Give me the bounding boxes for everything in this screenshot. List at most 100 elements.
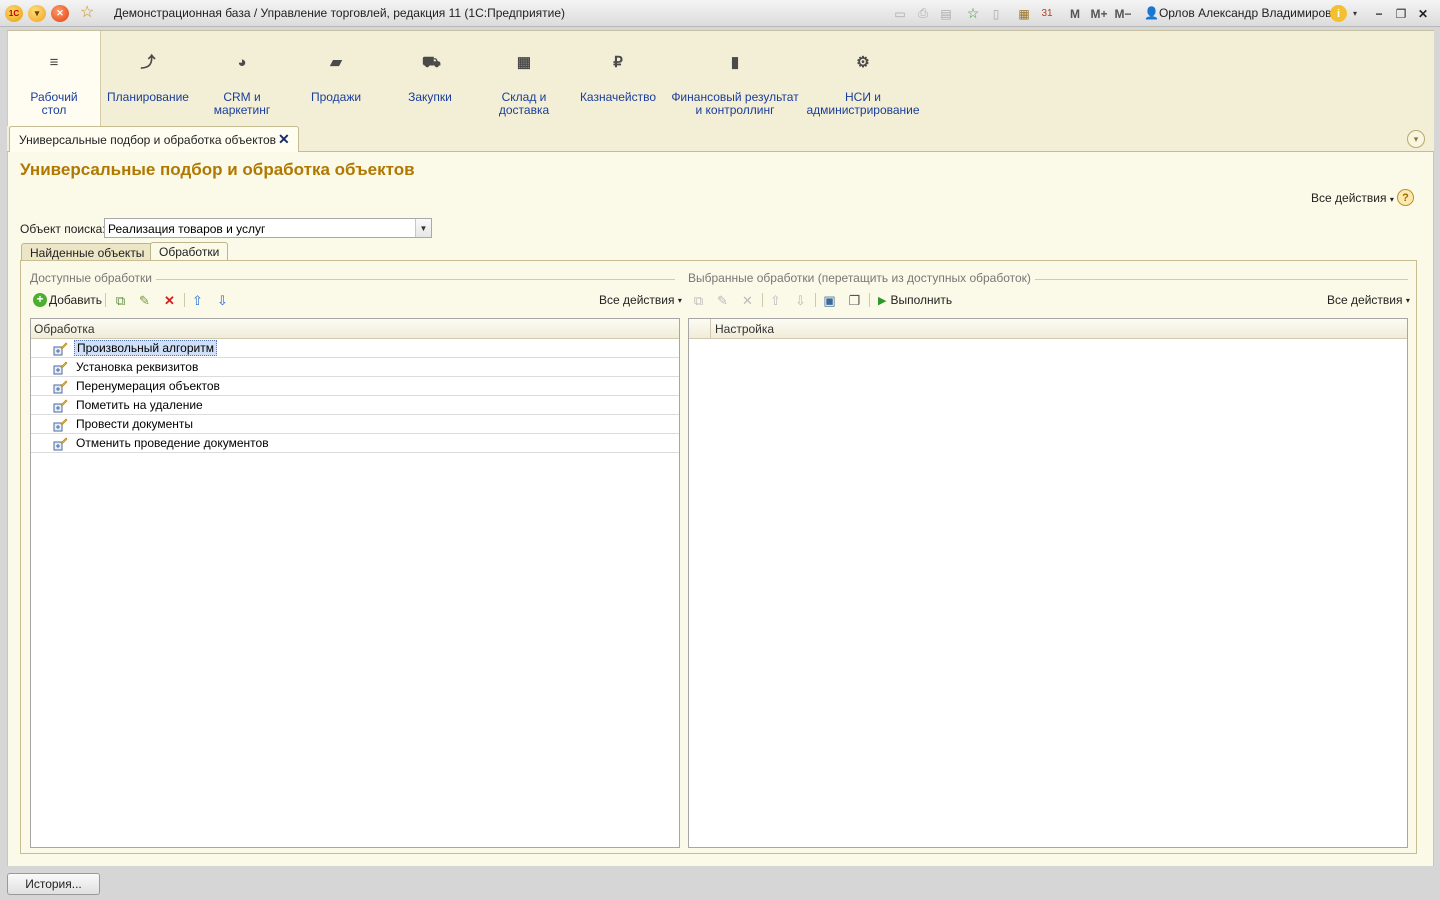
info-icon[interactable]: i <box>1330 5 1347 22</box>
separator <box>184 293 185 307</box>
delete-icon[interactable]: ✕ <box>162 293 177 308</box>
chevron-down-icon: ▾ <box>1389 195 1394 204</box>
section-label: Планирование <box>107 90 189 104</box>
check-all-icon[interactable]: ▣ <box>822 293 837 308</box>
available-processing-table[interactable]: Обработка Произвольный алгоритм Установк… <box>30 318 680 848</box>
current-user[interactable]: 👤Орлов Александр Владимиров... <box>1144 6 1342 20</box>
history-button[interactable]: История... <box>7 873 100 895</box>
memory-minus-button[interactable]: M− <box>1112 5 1134 22</box>
memory-plus-button[interactable]: M+ <box>1088 5 1110 22</box>
search-object-field[interactable]: Реализация товаров и услуг ▼ <box>104 218 432 238</box>
section-purchases[interactable]: ⛟ Закупки <box>383 31 477 127</box>
section-warehouse[interactable]: ▦ Склад и доставка <box>477 31 571 127</box>
open-window-tab[interactable]: Универсальные подбор и обработка объекто… <box>9 126 299 153</box>
separator <box>815 293 816 307</box>
column-header-processing[interactable]: Обработка <box>34 322 95 336</box>
section-crm[interactable]: ◕ CRM и маркетинг <box>195 31 289 127</box>
delete-icon[interactable]: ✕ <box>740 293 755 308</box>
search-object-label: Объект поиска: <box>20 222 106 236</box>
section-planning[interactable]: ⤴ Планирование <box>101 31 195 127</box>
table-row[interactable]: Установка реквизитов <box>31 358 679 377</box>
section-admin[interactable]: ⚙ НСИ и администрирование <box>805 31 921 127</box>
shopping-bag-icon: ▰ <box>330 54 342 71</box>
processing-icon <box>53 417 68 432</box>
section-label: Финансовый результат и контроллинг <box>671 90 799 117</box>
status-bar: История... <box>0 868 1440 900</box>
calculator-icon[interactable]: ▦ <box>1016 5 1032 22</box>
move-down-icon[interactable]: ⇩ <box>793 293 808 308</box>
gear-icon: ⚙ <box>856 54 870 71</box>
planning-icon: ⤴ <box>140 54 156 71</box>
pie-chart-icon: ◕ <box>237 54 247 71</box>
section-sales[interactable]: ▰ Продажи <box>289 31 383 127</box>
table-row[interactable]: Пометить на удаление <box>31 396 679 415</box>
table-row[interactable]: Отменить проведение документов <box>31 434 679 453</box>
row-label: Провести документы <box>76 417 194 431</box>
close-tab-icon[interactable]: ✕ <box>278 131 290 148</box>
move-down-icon[interactable]: ⇩ <box>215 293 230 308</box>
info-dropdown-icon[interactable]: ▾ <box>1350 5 1360 22</box>
tab-processing[interactable]: Обработки <box>150 242 229 261</box>
print-icon[interactable]: ⎙ <box>915 5 931 22</box>
tabs-menu-chevron-icon[interactable]: ▾ <box>1407 130 1425 148</box>
processing-icon <box>53 436 68 451</box>
processing-icon <box>53 379 68 394</box>
group-divider <box>141 279 675 280</box>
move-up-icon[interactable]: ⇧ <box>190 293 205 308</box>
calendar-icon[interactable]: 31 <box>1039 5 1055 22</box>
selected-all-actions-button[interactable]: Все действия ▾ <box>1327 292 1410 308</box>
memory-m-button[interactable]: M <box>1067 5 1083 22</box>
available-group-title: Доступные обработки <box>30 271 156 285</box>
add-button[interactable]: + Добавить <box>33 292 102 308</box>
close-icon[interactable]: ✕ <box>1415 5 1431 22</box>
table-row[interactable]: Перенумерация объектов <box>31 377 679 396</box>
user-name-label: Орлов Александр Владимиров... <box>1158 6 1342 20</box>
section-label: CRM и маркетинг <box>213 90 271 117</box>
separator <box>869 293 870 307</box>
restore-icon[interactable]: ❐ <box>1393 5 1409 22</box>
preview-icon[interactable]: ▤ <box>938 5 954 22</box>
play-icon: ▶ <box>878 294 887 307</box>
bar-chart-icon: ▮ <box>730 54 740 71</box>
uncheck-all-icon[interactable]: ❐ <box>847 293 862 308</box>
dropdown-arrow-icon[interactable]: ▼ <box>415 219 431 237</box>
section-treasury[interactable]: ₽ Казначейство <box>571 31 665 127</box>
search-object-value: Реализация товаров и услуг <box>108 222 266 236</box>
save-icon[interactable]: ▭ <box>892 5 908 22</box>
section-label: Продажи <box>310 90 362 104</box>
section-finance[interactable]: ▮ Финансовый результат и контроллинг <box>665 31 805 127</box>
add-label: Добавить <box>49 293 103 307</box>
form-all-actions-button[interactable]: Все действия ▾ <box>1311 191 1394 205</box>
table-row[interactable]: Провести документы <box>31 415 679 434</box>
main-menu-icon[interactable]: ▾ <box>28 5 46 22</box>
execute-button[interactable]: ▶ Выполнить <box>878 292 952 308</box>
section-desktop[interactable]: ≡ Рабочий стол <box>7 31 101 127</box>
edit-pencil-icon[interactable]: ✎ <box>715 293 730 308</box>
section-label: Закупки <box>408 90 452 104</box>
user-icon: 👤 <box>1144 6 1159 20</box>
move-up-icon[interactable]: ⇧ <box>768 293 783 308</box>
selected-processing-table[interactable]: Настройка <box>688 318 1408 848</box>
group-divider <box>1006 279 1408 280</box>
chevron-down-icon: ▾ <box>677 295 682 305</box>
minimize-icon[interactable]: − <box>1371 5 1387 22</box>
all-actions-label: Все действия <box>1311 191 1387 205</box>
warehouse-grid-icon: ▦ <box>516 54 532 71</box>
favorites-star-icon[interactable]: ☆ <box>80 4 94 22</box>
stop-icon[interactable]: ✕ <box>51 5 69 22</box>
copy-icon[interactable]: ⧉ <box>113 293 128 308</box>
available-all-actions-button[interactable]: Все действия ▾ <box>599 292 682 308</box>
table-row[interactable]: Произвольный алгоритм <box>31 339 679 358</box>
bookmark-icon[interactable]: ▯ <box>988 5 1004 22</box>
table-header: Обработка <box>31 319 679 339</box>
main-form: Универсальные подбор и обработка объекто… <box>7 152 1434 866</box>
row-label: Произвольный алгоритм <box>74 340 217 356</box>
app-logo-icon[interactable]: 1С <box>5 5 23 22</box>
help-icon[interactable]: ? <box>1397 189 1414 206</box>
edit-pencil-icon[interactable]: ✎ <box>137 293 152 308</box>
tab-found-objects[interactable]: Найденные объекты <box>21 243 154 261</box>
copy-icon[interactable]: ⧉ <box>691 293 706 308</box>
column-header-settings[interactable]: Настройка <box>715 322 774 336</box>
add-favorite-icon[interactable]: ☆ <box>964 5 982 22</box>
table-header: Настройка <box>689 319 1407 339</box>
